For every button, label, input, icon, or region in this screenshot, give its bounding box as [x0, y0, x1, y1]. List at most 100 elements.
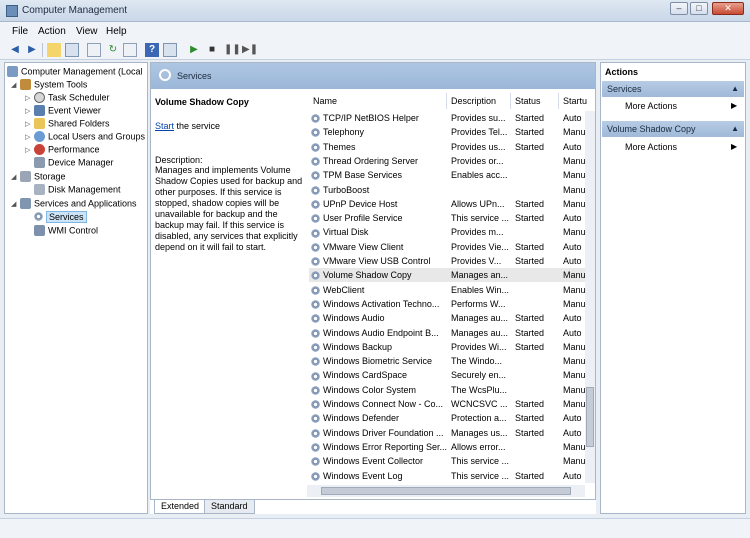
show-action-pane-icon[interactable] [163, 43, 177, 57]
clock-icon [34, 92, 45, 104]
service-description-cell-text: The Windo... [451, 356, 503, 367]
column-header-name[interactable]: Name [309, 93, 447, 109]
service-description-cell-text: Enables acc... [451, 170, 508, 181]
tree-item-computer-management[interactable]: Computer Management (Local [7, 66, 143, 79]
service-description-cell-text: Provides us... [451, 141, 506, 152]
service-row[interactable]: Windows Color System The WcsPlu... Manu [309, 383, 587, 397]
menu-action[interactable]: Action [38, 26, 66, 37]
scroll-thumb[interactable] [321, 487, 571, 495]
service-description-cell: This service ... [451, 454, 513, 468]
service-name-cell-text: Virtual Disk [323, 227, 369, 238]
horizontal-scrollbar[interactable] [307, 485, 585, 497]
service-startup-cell-text: Manu [563, 270, 586, 281]
up-folder-icon[interactable] [47, 43, 61, 57]
back-icon[interactable]: ◀ [8, 43, 22, 57]
properties-icon[interactable] [87, 43, 101, 57]
pause-service-icon[interactable]: ❚❚ [223, 43, 241, 57]
export-list-icon[interactable] [123, 43, 137, 57]
service-row[interactable]: Windows Audio Manages au... Started Auto [309, 311, 587, 325]
start-service-icon[interactable]: ▶ [187, 43, 201, 57]
service-startup-cell-text: Manu [563, 198, 586, 209]
collapsed-arrow-icon[interactable]: ▷ [25, 146, 34, 154]
start-service-link[interactable]: Start [155, 121, 174, 131]
refresh-icon[interactable]: ↻ [106, 43, 120, 57]
expanded-arrow-icon[interactable]: ◢ [11, 173, 20, 181]
tree-item-storage[interactable]: ◢ Storage [11, 171, 66, 184]
service-row[interactable]: Windows Event Collector This service ... M… [309, 454, 587, 468]
service-row[interactable]: Thread Ordering Server Provides or... Manu [309, 154, 587, 168]
tree-item-performance[interactable]: ▷ Performance [25, 144, 100, 157]
service-row[interactable]: Virtual Disk Provides m... Manu [309, 225, 587, 239]
tree-item-event-viewer[interactable]: ▷ Event Viewer [25, 105, 101, 118]
service-row[interactable]: TPM Base Services Enables acc... Manu [309, 168, 587, 182]
tree-item-services-and-applications[interactable]: ◢ Services and Applications [11, 198, 137, 211]
column-header-status[interactable]: Status [511, 93, 559, 109]
collapsed-arrow-icon[interactable]: ▷ [25, 120, 34, 128]
service-status-cell: Started [515, 311, 561, 325]
service-row[interactable]: User Profile Service This service ... Star… [309, 211, 587, 225]
scroll-thumb[interactable] [586, 387, 594, 447]
service-row[interactable]: Themes Provides us... Started Auto [309, 140, 587, 154]
gear-icon [311, 400, 320, 410]
tree-item-services[interactable]: Services [34, 210, 87, 224]
service-row[interactable]: Windows Driver Foundation ... Manages us.… [309, 426, 587, 440]
service-row[interactable]: Windows Event Log This service ... Started… [309, 469, 587, 483]
service-row[interactable]: TurboBoost Manu [309, 183, 587, 197]
service-name-cell: UPnP Device Host [311, 197, 447, 211]
service-row[interactable]: Windows Audio Endpoint B... Manages au...… [309, 326, 587, 340]
tree-item-local-users-and-groups[interactable]: ▷ Local Users and Groups [25, 131, 145, 144]
column-header-startup[interactable]: Startu [559, 93, 589, 109]
expanded-arrow-icon[interactable]: ◢ [11, 81, 20, 89]
service-row[interactable]: Windows Biometric Service The Windo... Man… [309, 354, 587, 368]
service-row[interactable]: Windows Defender Protection a... Started Au… [309, 411, 587, 425]
service-row[interactable]: Volume Shadow Copy Manages an... Manu [309, 268, 587, 283]
tree-item-system-tools[interactable]: ◢ System Tools [11, 79, 87, 92]
stop-service-icon[interactable]: ■ [205, 43, 219, 57]
forward-icon[interactable]: ▶ [25, 43, 39, 57]
menu-file[interactable]: File [12, 26, 28, 37]
service-description-cell-text: This service ... [451, 470, 510, 481]
more-actions-services[interactable]: More Actions ▶ [625, 101, 737, 111]
collapse-icon[interactable]: ▲ [731, 81, 739, 97]
service-row[interactable]: Windows Connect Now - Co... WCNCSVC ... St… [309, 397, 587, 411]
collapse-icon[interactable]: ▲ [731, 121, 739, 137]
menu-view[interactable]: View [76, 26, 98, 37]
service-row[interactable]: VMware View Client Provides Vie... Started… [309, 240, 587, 254]
minimize-button[interactable]: – [670, 2, 688, 15]
service-row[interactable]: Windows Activation Techno... Performs W..… [309, 297, 587, 311]
actions-section-services[interactable]: Services ▲ [602, 81, 744, 97]
service-row[interactable]: Windows CardSpace Securely en... Manu [309, 368, 587, 382]
tree-item-task-scheduler[interactable]: ▷ Task Scheduler [25, 92, 110, 105]
column-header-description[interactable]: Description [447, 93, 511, 109]
tree-item-wmi-control[interactable]: WMI Control [34, 225, 98, 238]
tree-item-disk-management[interactable]: Disk Management [34, 184, 121, 197]
expanded-arrow-icon[interactable]: ◢ [11, 200, 20, 208]
vertical-scrollbar[interactable] [585, 111, 595, 483]
tab-extended[interactable]: Extended [154, 500, 207, 514]
more-actions-volume-shadow-copy[interactable]: More Actions ▶ [625, 142, 737, 152]
menu-help[interactable]: Help [106, 26, 127, 37]
close-button[interactable]: ✕ [712, 2, 744, 15]
show-hide-tree-icon[interactable] [65, 43, 79, 57]
actions-section-volume-shadow-copy[interactable]: Volume Shadow Copy ▲ [602, 121, 744, 137]
tree-item-device-manager[interactable]: Device Manager [34, 157, 114, 170]
collapsed-arrow-icon[interactable]: ▷ [25, 133, 34, 141]
help-icon[interactable]: ? [145, 43, 159, 57]
service-row[interactable]: Telephony Provides Tel... Started Manu [309, 125, 587, 139]
service-row[interactable]: UPnP Device Host Allows UPn... Started Manu [309, 197, 587, 211]
service-row[interactable]: VMware View USB Control Provides V... Star… [309, 254, 587, 268]
tree-item-shared-folders[interactable]: ▷ Shared Folders [25, 118, 110, 131]
service-name-cell: Telephony [311, 125, 447, 139]
service-row[interactable]: Windows Backup Provides Wi... Started Manu [309, 340, 587, 354]
restart-service-icon[interactable]: ▶❚ [241, 43, 258, 57]
maximize-button[interactable]: □ [690, 2, 708, 15]
service-row[interactable]: WebClient Enables Win... Manu [309, 283, 587, 297]
tab-standard[interactable]: Standard [204, 500, 255, 514]
collapsed-arrow-icon[interactable]: ▷ [25, 94, 34, 102]
gear-icon [311, 214, 320, 224]
section-label: Services [607, 84, 642, 94]
collapsed-arrow-icon[interactable]: ▷ [25, 107, 34, 115]
service-row[interactable]: Windows Error Reporting Ser... Allows err… [309, 440, 587, 454]
service-description-cell-text: Provides su... [451, 113, 506, 123]
service-row[interactable]: TCP/IP NetBIOS Helper Provides su... Start… [309, 111, 587, 125]
